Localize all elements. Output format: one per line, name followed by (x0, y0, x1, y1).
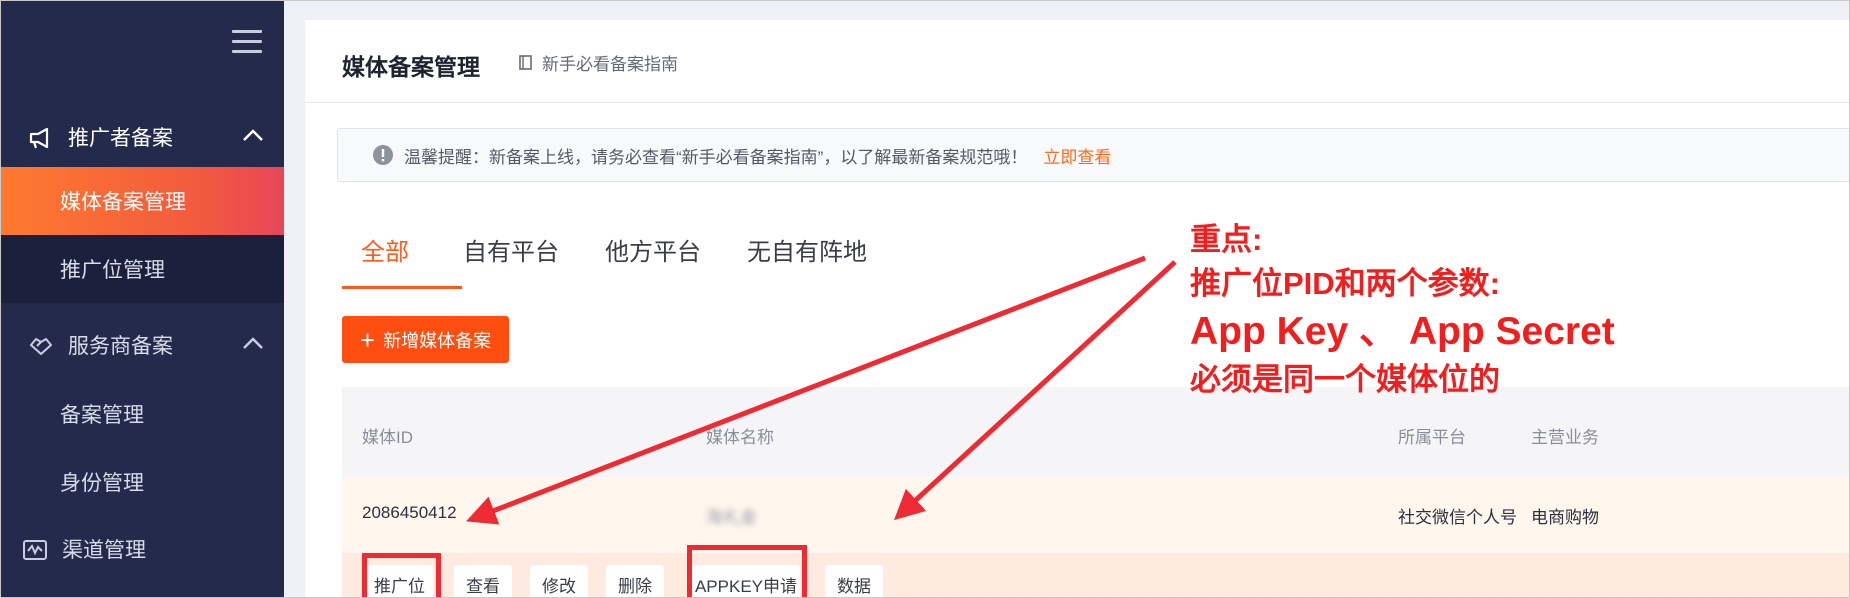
tab-other-platform[interactable]: 他方平台 (605, 232, 701, 267)
platform-cell: 社交微信个人号 (1398, 508, 1517, 527)
tab-no-own-position[interactable]: 无自有阵地 (747, 232, 867, 267)
sidebar-item-record-manage[interactable]: 备案管理 (0, 380, 284, 448)
chevron-up-icon[interactable] (242, 128, 264, 142)
add-button-label: 新增媒体备案 (383, 330, 492, 351)
tab-own-platform[interactable]: 自有平台 (463, 232, 559, 267)
guide-link-label: 新手必看备案指南 (542, 55, 678, 74)
sidebar-group-service-provider[interactable]: 服务商备案 (0, 316, 284, 374)
menu-toggle-icon[interactable] (232, 30, 262, 54)
sidebar: 推广者备案 媒体备案管理 推广位管理 服务商备案 备案管理 身份管理 渠道管理 (0, 0, 284, 598)
column-header-platform: 所属平台 (1398, 428, 1466, 447)
sidebar-item-label: 媒体备案管理 (60, 191, 186, 214)
table-header: 媒体ID 媒体名称 所属平台 主营业务 (342, 387, 1850, 477)
media-id-cell: 2086450412 (362, 503, 457, 522)
guide-link[interactable]: 新手必看备案指南 (518, 50, 678, 75)
column-header-media-id: 媒体ID (362, 428, 413, 447)
annotation-line-3: App Key 、 App Secret (1190, 310, 1615, 353)
annotation-line-2: 推广位PID和两个参数: (1190, 266, 1500, 301)
business-cell: 电商购物 (1531, 508, 1599, 527)
sidebar-group-promoter[interactable]: 推广者备案 (0, 108, 284, 166)
notice-banner: 温馨提醒：新备案上线，请务必查看“新手必看备案指南”，以了解最新备案规范哦！ 立… (337, 128, 1850, 182)
annotation-line-1: 重点: (1190, 222, 1263, 257)
data-button[interactable]: 数据 (825, 565, 883, 598)
view-button[interactable]: 查看 (454, 565, 512, 598)
column-header-media-name: 媒体名称 (706, 428, 774, 447)
sidebar-item-media-record[interactable]: 媒体备案管理 (0, 167, 284, 235)
handshake-icon (30, 338, 52, 355)
highlight-box-adzone (362, 553, 441, 598)
sidebar-group-label: 渠道管理 (62, 539, 146, 562)
sidebar-item-label: 推广位管理 (60, 259, 165, 282)
sidebar-item-label: 身份管理 (60, 472, 144, 495)
main-panel: 媒体备案管理 新手必看备案指南 温馨提醒：新备案上线，请务必查看“新手必看备案指… (305, 20, 1850, 598)
sidebar-group-channel[interactable]: 渠道管理 (0, 520, 284, 578)
sidebar-item-identity-manage[interactable]: 身份管理 (0, 448, 284, 516)
sidebar-group-label: 服务商备案 (68, 335, 173, 358)
add-media-record-button[interactable]: + 新增媒体备案 (342, 316, 509, 363)
annotation-line-4: 必须是同一个媒体位的 (1190, 362, 1500, 397)
chevron-up-icon[interactable] (242, 336, 264, 350)
book-icon (519, 55, 532, 70)
channel-icon (23, 540, 47, 560)
edit-button[interactable]: 修改 (530, 565, 588, 598)
warning-icon (373, 145, 393, 165)
notice-text: 温馨提醒：新备案上线，请务必查看“新手必看备案指南”，以了解最新备案规范哦！ (404, 147, 1028, 167)
sidebar-item-label: 备案管理 (60, 404, 144, 427)
media-name-cell: 淘礼金 (706, 508, 757, 527)
annotation-note: 重点: 推广位PID和两个参数: App Key 、 App Secret 必须… (1190, 218, 1615, 402)
sidebar-group-label: 推广者备案 (68, 127, 173, 150)
app-window: 推广者备案 媒体备案管理 推广位管理 服务商备案 备案管理 身份管理 渠道管理 … (0, 0, 1850, 598)
tab-all[interactable]: 全部 (361, 232, 409, 267)
sidebar-item-adzone[interactable]: 推广位管理 (0, 235, 284, 303)
megaphone-icon (29, 127, 49, 149)
highlight-box-appkey (687, 545, 807, 598)
divider (305, 102, 1850, 103)
table-row: 2086450412 淘礼金 社交微信个人号 电商购物 (342, 477, 1850, 553)
tab-active-indicator (342, 286, 462, 289)
delete-button[interactable]: 删除 (606, 565, 664, 598)
plus-icon: + (359, 324, 376, 355)
view-now-link[interactable]: 立即查看 (1043, 143, 1111, 168)
row-actions: 推广位 查看 修改 删除 APPKEY申请 数据 (342, 545, 1850, 598)
page-title: 媒体备案管理 (342, 54, 480, 80)
column-header-business: 主营业务 (1531, 428, 1599, 447)
